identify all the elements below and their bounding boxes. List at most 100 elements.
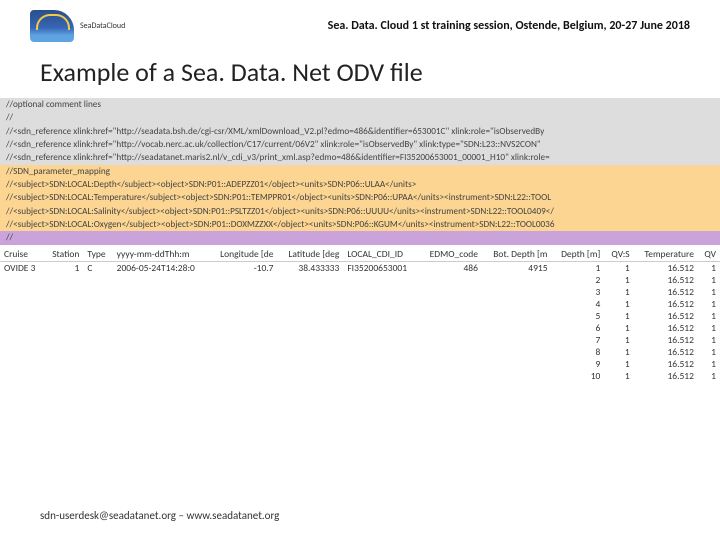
cell: 1: [698, 346, 720, 358]
cell: 4915: [482, 261, 552, 274]
cell: 16.512: [634, 370, 698, 382]
cell: [0, 370, 44, 382]
cell: [113, 298, 209, 310]
col-header: Depth [m]: [552, 247, 605, 262]
col-header: LOCAL_CDI_ID: [343, 247, 419, 262]
table-row: 8116.5121: [0, 346, 720, 358]
cell: [44, 370, 83, 382]
code-line: //<subject>SDN:LOCAL:Salinity</subject><…: [0, 205, 720, 218]
table-row: 4116.5121: [0, 298, 720, 310]
cell: 38.433333: [277, 261, 343, 274]
cell: 8: [552, 346, 605, 358]
cell: 1: [604, 298, 633, 310]
col-header: Station: [44, 247, 83, 262]
cell: 1: [604, 334, 633, 346]
col-header: Longitude [de: [209, 247, 278, 262]
cell: 1: [604, 322, 633, 334]
footer: sdn-userdesk@seadatanet.org – www.seadat…: [40, 509, 279, 522]
cell: 1: [604, 370, 633, 382]
cell: 16.512: [634, 261, 698, 274]
cell: [83, 322, 112, 334]
cell: [83, 334, 112, 346]
cell: [209, 286, 278, 298]
code-line: //<subject>SDN:LOCAL:Temperature</subjec…: [0, 191, 720, 204]
cell: 16.512: [634, 310, 698, 322]
cell: [0, 286, 44, 298]
cell: [419, 286, 482, 298]
table-header-row: CruiseStationTypeyyyy-mm-ddThh:mLongitud…: [0, 247, 720, 262]
cell: [113, 274, 209, 286]
cell: [343, 298, 419, 310]
cell: [44, 274, 83, 286]
cell: [419, 274, 482, 286]
cell: [482, 358, 552, 370]
page-title: Example of a Sea. Data. Net ODV file: [0, 50, 720, 98]
cell: [0, 298, 44, 310]
cell: 1: [698, 261, 720, 274]
logo-icon: [30, 10, 74, 42]
table-row: 2116.5121: [0, 274, 720, 286]
col-header: Latitude [deg: [277, 247, 343, 262]
table-row: 3116.5121: [0, 286, 720, 298]
cell: [419, 298, 482, 310]
cell: 1: [604, 261, 633, 274]
cell: 1: [698, 310, 720, 322]
cell: C: [83, 261, 112, 274]
cell: [277, 346, 343, 358]
cell: [343, 310, 419, 322]
cell: 486: [419, 261, 482, 274]
cell: [482, 310, 552, 322]
cell: [277, 286, 343, 298]
cell: 3: [552, 286, 605, 298]
cell: 16.512: [634, 298, 698, 310]
cell: [482, 298, 552, 310]
cell: 1: [44, 261, 83, 274]
cell: [83, 310, 112, 322]
cell: [343, 286, 419, 298]
code-line: //<sdn_reference xlink:href="http://sead…: [0, 125, 720, 138]
cell: [0, 322, 44, 334]
cell: [209, 310, 278, 322]
cell: 1: [604, 286, 633, 298]
code-line: //<sdn_reference xlink:href="http://voca…: [0, 138, 720, 151]
code-line: //: [0, 111, 720, 124]
cell: [83, 358, 112, 370]
code-line: //: [0, 231, 720, 244]
table-row: OVIDE 31C2006-05-24T14:28:0-10.738.43333…: [0, 261, 720, 274]
cell: [482, 334, 552, 346]
cell: [277, 310, 343, 322]
cell: [419, 358, 482, 370]
cell: [0, 334, 44, 346]
cell: 1: [698, 298, 720, 310]
cell: [343, 346, 419, 358]
cell: [113, 334, 209, 346]
cell: [482, 346, 552, 358]
cell: [343, 334, 419, 346]
cell: [482, 370, 552, 382]
cell: [83, 298, 112, 310]
code-line: //SDN_parameter_mapping: [0, 165, 720, 178]
cell: [44, 346, 83, 358]
cell: [113, 370, 209, 382]
cell: [113, 358, 209, 370]
cell: [277, 334, 343, 346]
table-row: 7116.5121: [0, 334, 720, 346]
cell: 1: [698, 370, 720, 382]
cell: [419, 370, 482, 382]
cell: [44, 310, 83, 322]
col-header: EDMO_code: [419, 247, 482, 262]
cell: 16.512: [634, 358, 698, 370]
cell: FI35200653001: [343, 261, 419, 274]
cell: [44, 334, 83, 346]
cell: 1: [698, 358, 720, 370]
cell: 16.512: [634, 286, 698, 298]
cell: [419, 334, 482, 346]
cell: 1: [698, 274, 720, 286]
cell: 1: [604, 274, 633, 286]
table-row: 5116.5121: [0, 310, 720, 322]
cell: 1: [698, 322, 720, 334]
cell: [0, 310, 44, 322]
code-line: //optional comment lines: [0, 98, 720, 111]
cell: [44, 358, 83, 370]
cell: [209, 298, 278, 310]
